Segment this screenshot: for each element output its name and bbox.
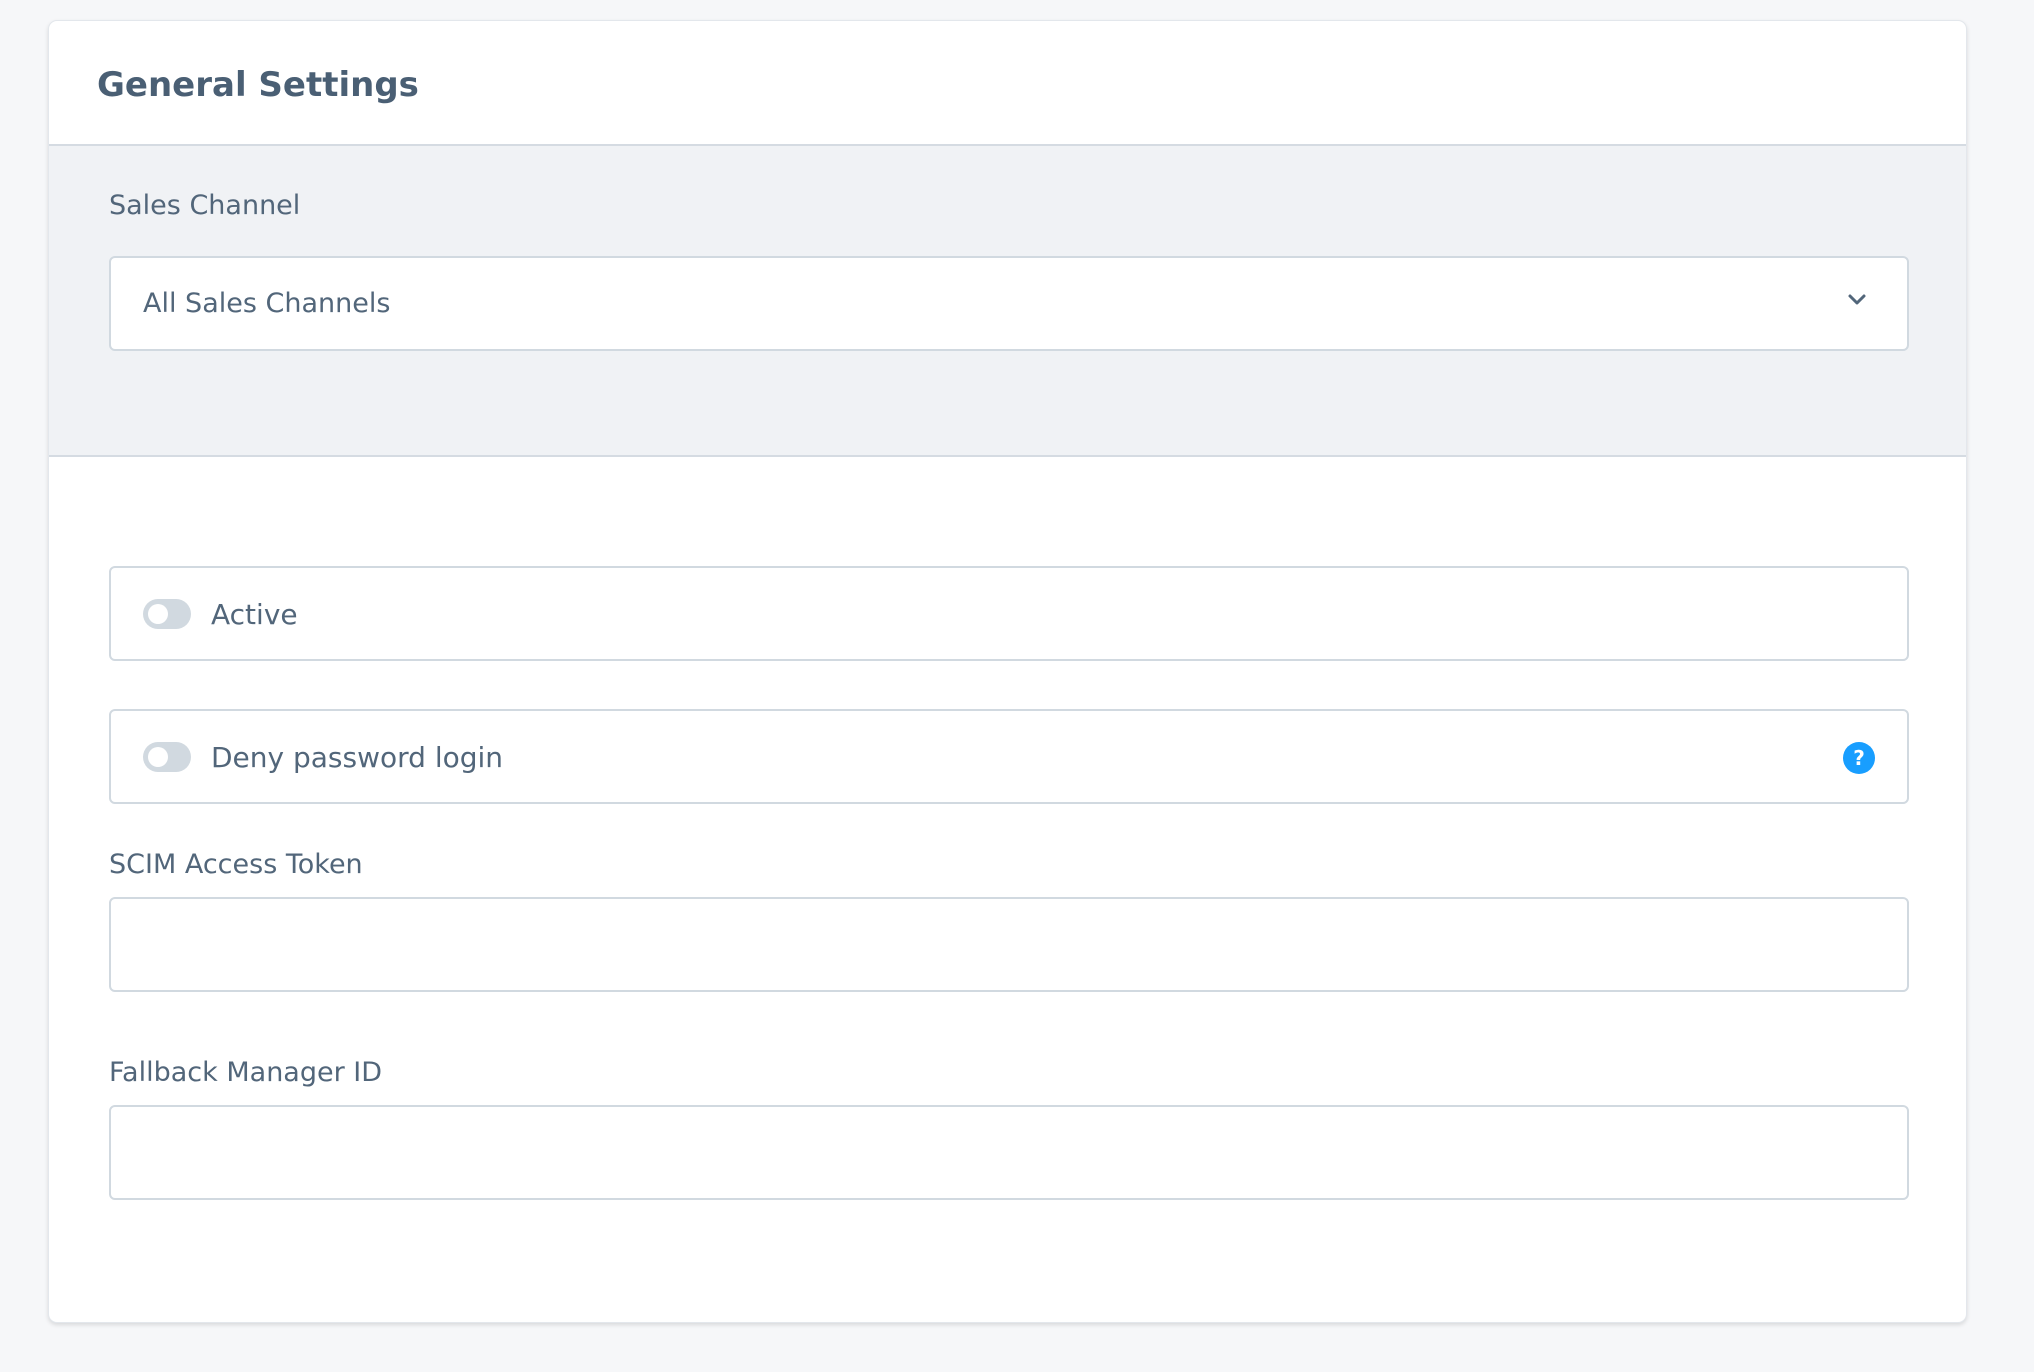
active-switch-field: Active	[109, 566, 1909, 661]
sales-channel-selected-value: All Sales Channels	[143, 288, 391, 319]
card-header: General Settings	[49, 21, 1966, 146]
switch-knob	[148, 604, 168, 624]
scim-access-token-label: SCIM Access Token	[109, 849, 363, 880]
sales-channel-label: Sales Channel	[109, 190, 301, 221]
sales-channel-section: Sales Channel All Sales Channels	[49, 146, 1966, 457]
deny-password-login-switch[interactable]	[143, 742, 191, 772]
sales-channel-select[interactable]: All Sales Channels	[109, 256, 1909, 351]
active-switch-label: Active	[211, 598, 298, 631]
card-title: General Settings	[97, 65, 419, 105]
chevron-down-icon	[1848, 294, 1866, 305]
deny-password-login-field: Deny password login ?	[109, 709, 1909, 804]
deny-password-login-label: Deny password login	[211, 741, 504, 774]
scim-access-token-input[interactable]	[109, 897, 1909, 992]
help-icon[interactable]: ?	[1843, 742, 1875, 774]
fallback-manager-id-input[interactable]	[109, 1105, 1909, 1200]
active-switch[interactable]	[143, 599, 191, 629]
switch-knob	[148, 747, 168, 767]
general-settings-card: General Settings Sales Channel All Sales…	[48, 20, 1967, 1323]
fallback-manager-id-label: Fallback Manager ID	[109, 1057, 383, 1088]
